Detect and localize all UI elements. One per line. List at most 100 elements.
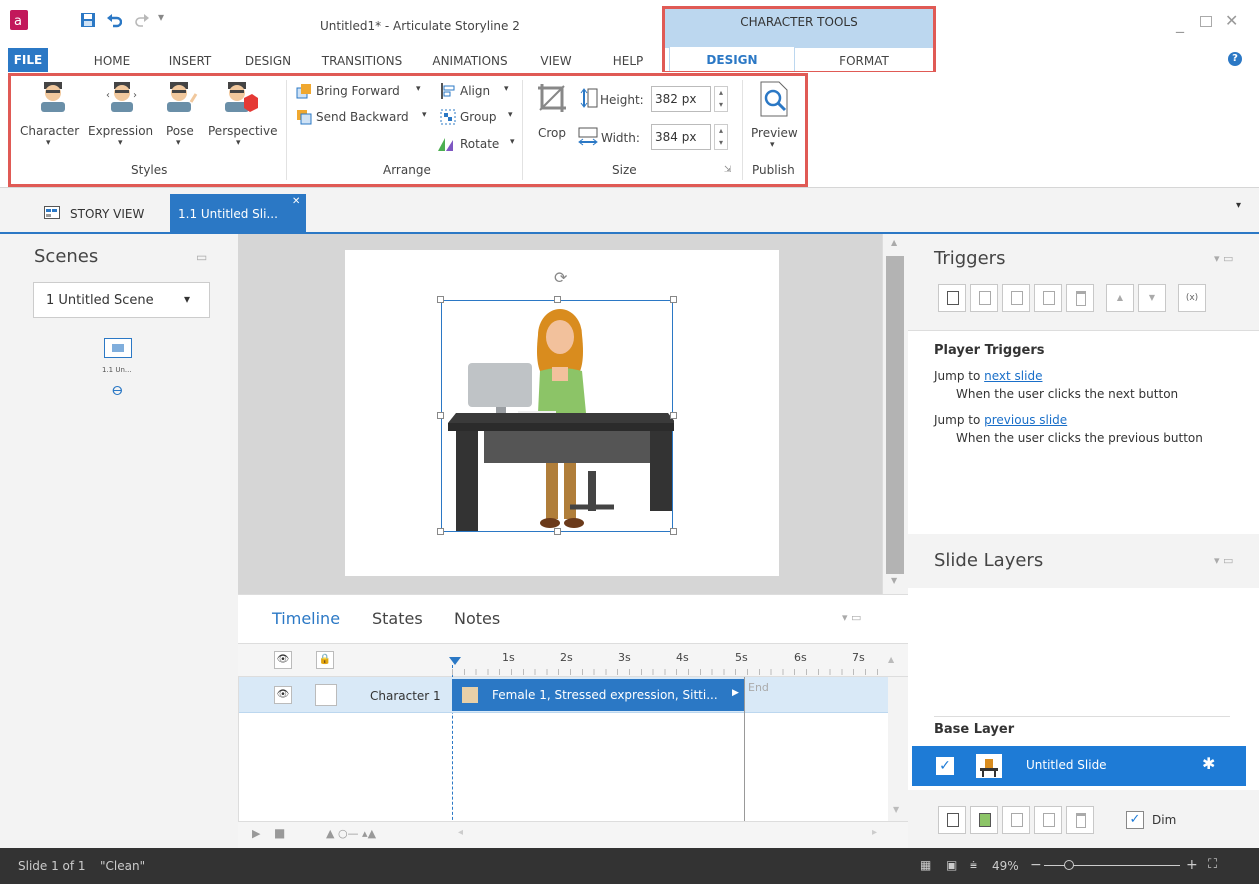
trigger-item[interactable]: Jump to next slide (934, 369, 1042, 383)
quick-access-dropdown-icon[interactable]: ▾ (158, 10, 164, 24)
resize-handle[interactable] (554, 528, 561, 535)
scenes-panel-menu-icon[interactable]: ▭ (196, 250, 207, 264)
close-button[interactable]: ✕ (1225, 11, 1238, 30)
story-view-status-icon[interactable]: ▦ (920, 858, 931, 872)
maximize-button[interactable] (1200, 16, 1212, 27)
trigger-target-link[interactable]: next slide (984, 369, 1042, 383)
base-layer-row[interactable]: ✓ Untitled Slide ✱ (912, 746, 1246, 786)
edit-trigger-button[interactable] (970, 284, 998, 312)
slide-tab[interactable]: 1.1 Untitled Sli... ✕ (170, 194, 306, 234)
timeline-scroll-up-icon[interactable]: ▲ (888, 655, 894, 664)
minimize-button[interactable]: _ (1176, 14, 1184, 33)
copy-layer-button[interactable] (1002, 806, 1030, 834)
show-all-eye-icon[interactable]: 👁 (274, 651, 292, 669)
help-icon[interactable]: ? (1228, 52, 1242, 66)
resize-handle[interactable] (670, 528, 677, 535)
resize-handle[interactable] (437, 296, 444, 303)
normal-view-status-icon[interactable]: ▣ (946, 858, 957, 872)
zoom-slider-thumb[interactable] (1064, 860, 1074, 870)
timeline-object-bar[interactable]: Female 1, Stressed expression, Sitti... … (452, 679, 744, 711)
scene-dropdown[interactable]: 1 Untitled Scene ▾ (33, 282, 210, 318)
size-dialog-launcher-icon[interactable]: ⇲ (724, 165, 732, 175)
tab-timeline[interactable]: Timeline (272, 609, 340, 628)
timeline-vscroll[interactable]: ▼ (888, 677, 908, 827)
zoom-out-icon[interactable]: − (1030, 857, 1042, 873)
timeline-hscroll-left-icon[interactable]: ◂ (458, 827, 463, 838)
trigger-item[interactable]: Jump to previous slide (934, 413, 1067, 427)
playhead-icon[interactable] (449, 657, 461, 665)
height-spinner[interactable]: ▴ ▾ (714, 86, 728, 112)
canvas-scrollbar[interactable]: ▲ ▼ (882, 234, 908, 594)
zoom-in-icon[interactable]: + (1186, 857, 1198, 873)
expression-button[interactable]: ‹ › Expression ▾ (88, 80, 156, 150)
tab-states[interactable]: States (372, 609, 423, 628)
resize-handle[interactable] (670, 412, 677, 419)
move-trigger-down-button[interactable]: ▼ (1138, 284, 1166, 312)
tab-help[interactable]: HELP (607, 52, 649, 72)
scroll-down-icon[interactable]: ▼ (891, 576, 897, 585)
rotate-handle-icon[interactable]: ⟳ (554, 268, 567, 287)
slide-thumbnail[interactable] (104, 338, 132, 358)
character-button[interactable]: Character ▾ (18, 80, 84, 150)
resize-handle[interactable] (554, 296, 561, 303)
slide-master-icon[interactable]: ⩧ (970, 858, 977, 873)
timeline-scroll-down-icon[interactable]: ▼ (893, 805, 899, 814)
resize-handle[interactable] (437, 528, 444, 535)
bring-forward-button[interactable]: Bring Forward ▾ (296, 82, 430, 102)
copy-trigger-button[interactable] (1002, 284, 1030, 312)
tab-animations[interactable]: ANIMATIONS (424, 52, 516, 72)
duplicate-layer-button[interactable] (970, 806, 998, 834)
width-spinner[interactable]: ▴ ▾ (714, 124, 728, 150)
zoom-slider-icon[interactable]: ▲ ○— ▴▲ (326, 827, 376, 840)
character-selection-box[interactable] (441, 300, 674, 532)
crop-button[interactable]: Crop (532, 82, 572, 142)
tab-character-design[interactable]: DESIGN (669, 46, 795, 74)
delete-trigger-button[interactable] (1066, 284, 1094, 312)
play-icon[interactable]: ▶ (252, 827, 260, 840)
tab-file[interactable]: FILE (8, 48, 48, 72)
fit-to-window-icon[interactable]: ⛶ (1208, 857, 1217, 872)
save-icon[interactable] (80, 12, 96, 28)
tab-design[interactable]: DESIGN (240, 52, 296, 72)
rotate-button[interactable]: Rotate ▾ (436, 135, 522, 155)
height-input[interactable]: 382 px (651, 86, 711, 112)
group-button[interactable]: Group ▾ (440, 108, 520, 128)
layer-visible-checkbox[interactable]: ✓ (936, 757, 954, 775)
pose-button[interactable]: Pose ▾ (160, 80, 202, 150)
delete-layer-button[interactable] (1066, 806, 1094, 834)
send-backward-button[interactable]: Send Backward ▾ (296, 108, 436, 128)
timeline-panel-menu-icon[interactable]: ▾ ▭ (842, 611, 861, 624)
resize-handle[interactable] (670, 296, 677, 303)
stop-icon[interactable]: ■ (274, 826, 285, 840)
lock-checkbox[interactable] (315, 684, 337, 706)
tab-insert[interactable]: INSERT (162, 52, 218, 72)
tab-format[interactable]: FORMAT (800, 52, 928, 72)
tab-view[interactable]: VIEW (536, 52, 576, 72)
eye-icon[interactable]: 👁 (274, 686, 292, 704)
align-button[interactable]: Align ▾ (440, 82, 516, 102)
redo-icon[interactable] (134, 12, 150, 28)
tab-overflow-icon[interactable]: ▾ (1236, 200, 1241, 211)
tab-notes[interactable]: Notes (454, 609, 500, 628)
layers-panel-menu-icon[interactable]: ▾ ▭ (1214, 554, 1233, 567)
lock-all-icon[interactable]: 🔒 (316, 651, 334, 669)
scroll-up-icon[interactable]: ▲ (891, 238, 897, 247)
gear-icon[interactable]: ✱ (1202, 754, 1215, 773)
dim-checkbox[interactable]: ✓ (1126, 811, 1144, 829)
variables-button[interactable]: (x) (1178, 284, 1206, 312)
close-tab-icon[interactable]: ✕ (292, 196, 300, 207)
new-layer-button[interactable] (938, 806, 966, 834)
timeline-hscroll-right-icon[interactable]: ▸ (872, 827, 877, 838)
move-trigger-up-button[interactable]: ▲ (1106, 284, 1134, 312)
width-input[interactable]: 384 px (651, 124, 711, 150)
story-view-tab[interactable]: STORY VIEW (30, 194, 160, 232)
undo-icon[interactable] (106, 12, 122, 28)
new-trigger-button[interactable] (938, 284, 966, 312)
tab-home[interactable]: HOME (86, 52, 138, 72)
scroll-thumb[interactable] (886, 256, 904, 574)
trigger-target-link[interactable]: previous slide (984, 413, 1067, 427)
paste-trigger-button[interactable] (1034, 284, 1062, 312)
resize-handle[interactable] (437, 412, 444, 419)
tab-transitions[interactable]: TRANSITIONS (316, 52, 408, 72)
perspective-button[interactable]: Perspective ▾ (206, 80, 282, 150)
